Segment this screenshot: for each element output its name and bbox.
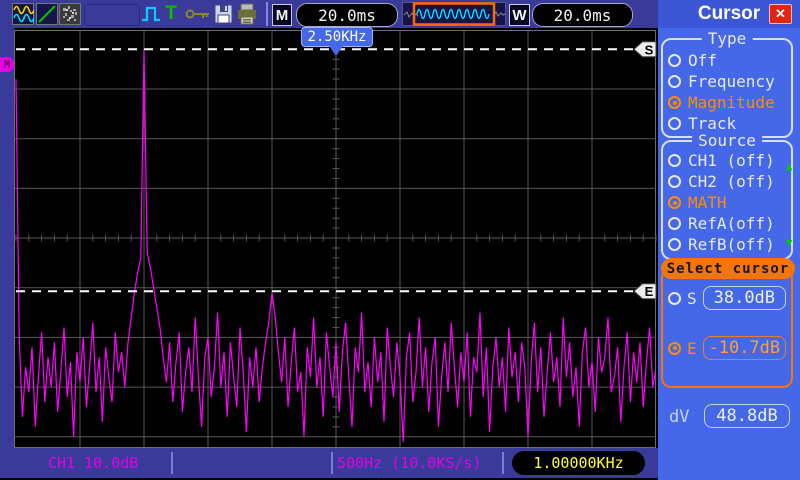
math-channel-marker[interactable]: M	[0, 57, 14, 72]
source-group-legend: Source	[692, 131, 762, 150]
graticule-border	[15, 31, 656, 448]
select-cursor-group: Select cursor S38.0dBE-10.7dB	[661, 268, 793, 388]
option-label: Magnitude	[688, 93, 775, 112]
window-timebase-label: W	[509, 4, 530, 26]
option-label: CH2 (off)	[688, 172, 775, 191]
type-group: Type OffFrequencyMagnitudeTrack	[661, 38, 793, 138]
frequency-counter: 1.00000KHz	[512, 451, 645, 475]
cursor-row-label: E	[687, 339, 697, 358]
source-option-refb-off[interactable]: RefB(off)	[663, 234, 791, 255]
radio-selected-icon	[668, 342, 681, 355]
radio-icon	[668, 217, 681, 230]
radio-icon	[668, 175, 681, 188]
radio-icon	[668, 238, 681, 251]
scroll-down-icon[interactable]: ▼	[786, 236, 793, 249]
status-separator	[502, 452, 504, 474]
scroll-up-icon[interactable]: ▲	[786, 160, 793, 173]
channels-waveform-icon[interactable]	[12, 3, 34, 29]
cursor-s-letter: S	[645, 42, 654, 57]
option-label: CH1 (off)	[688, 151, 775, 170]
status-separator	[171, 452, 173, 474]
pulse-icon[interactable]	[140, 3, 162, 29]
source-group: Source CH1 (off)CH2 (off)MATHRefA(off)Re…	[661, 140, 793, 260]
type-option-off[interactable]: Off	[663, 50, 791, 71]
option-label: Off	[688, 51, 717, 70]
cursor-value-s: 38.0dB	[703, 286, 786, 310]
left-margin-strip	[0, 28, 14, 448]
type-options: OffFrequencyMagnitudeTrack	[663, 40, 791, 134]
option-label: Frequency	[688, 72, 775, 91]
delta-label: dV	[669, 407, 689, 427]
select-cursor-button[interactable]: Select cursor	[661, 258, 795, 279]
radio-icon	[668, 292, 681, 305]
source-option-refa-off[interactable]: RefA(off)	[663, 213, 791, 234]
fft-trace	[16, 49, 656, 441]
waveform-zoom-window[interactable]	[402, 2, 506, 30]
type-group-legend: Type	[702, 29, 753, 48]
source-options: CH1 (off) CH2 (off) MATH RefA(off) RefB(off)	[663, 142, 791, 255]
trigger-t-icon[interactable]: T	[163, 2, 179, 26]
radio-icon	[668, 54, 681, 67]
print-icon[interactable]	[236, 3, 258, 29]
radio-icon	[668, 154, 681, 167]
radio-icon	[668, 117, 681, 130]
source-option-ch1-off[interactable]: CH1 (off)	[663, 150, 791, 171]
center-frequency-pointer-icon	[329, 46, 343, 56]
cursor-e-letter: E	[645, 284, 654, 299]
keylock-icon[interactable]	[185, 3, 211, 29]
radio-selected-icon	[668, 96, 681, 109]
radio-selected-icon	[668, 196, 681, 209]
source-option-ch2-off[interactable]: CH2 (off)	[663, 171, 791, 192]
close-button[interactable]: ✕	[769, 4, 792, 24]
status-separator	[331, 452, 333, 474]
source-option-math[interactable]: MATH	[663, 192, 791, 213]
close-icon: ✕	[775, 6, 786, 22]
oscilloscope-screen: T M 20.0ms W 20.0ms	[0, 0, 800, 480]
radio-icon	[668, 75, 681, 88]
ch1-scale-readout: CH1 10.0dB	[48, 448, 138, 478]
cursor-value-e: -10.7dB	[703, 336, 786, 360]
cursor-row-s[interactable]: S 38.0dB	[668, 286, 786, 310]
cursor-e-marker[interactable]	[634, 284, 656, 299]
main-timebase-label: M	[272, 4, 292, 26]
option-label: RefB(off)	[688, 235, 775, 254]
top-toolbar: T M 20.0ms W 20.0ms	[0, 0, 658, 28]
noise-icon[interactable]	[59, 3, 81, 29]
fft-resolution-readout: 500Hz (10.0KS/s)	[337, 448, 482, 478]
status-bar: CH1 10.0dB 500Hz (10.0KS/s) 1.00000KHz	[0, 448, 658, 478]
window-timebase-value: 20.0ms	[532, 3, 633, 27]
toolbar-separator	[266, 2, 268, 26]
option-label: MATH	[688, 193, 727, 212]
type-option-frequency[interactable]: Frequency	[663, 71, 791, 92]
delta-value: 48.8dB	[704, 404, 790, 428]
option-label: RefA(off)	[688, 214, 775, 233]
cursor-row-e[interactable]: E -10.7dB	[668, 336, 786, 360]
cursor-s-marker[interactable]	[634, 42, 656, 57]
cursor-menu-panel: Cursor ✕ Type OffFrequencyMagnitudeTrack…	[658, 0, 800, 480]
ramp-icon[interactable]	[36, 3, 58, 29]
cursor-row-label: S	[687, 289, 697, 308]
center-frequency-tag[interactable]: 2.50KHz	[301, 27, 373, 47]
main-timebase-value: 20.0ms	[296, 3, 398, 27]
save-icon[interactable]	[214, 3, 234, 29]
empty-slot	[84, 4, 140, 26]
type-option-magnitude[interactable]: Magnitude	[663, 92, 791, 113]
